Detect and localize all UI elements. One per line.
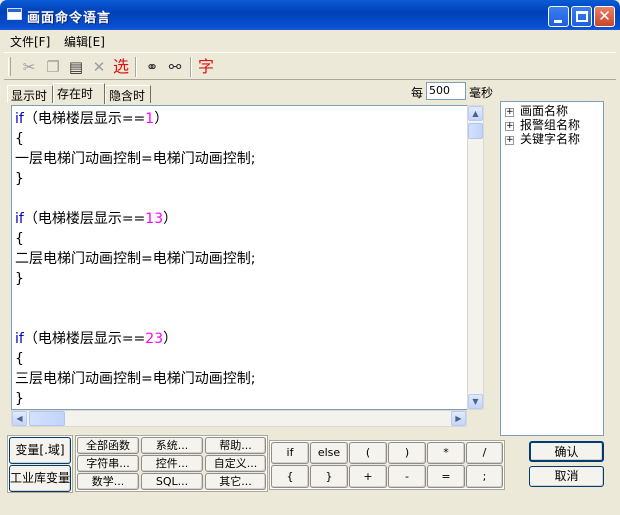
paste-icon[interactable]: ▤	[65, 56, 87, 78]
variable-button[interactable]: 变量[.域]	[9, 437, 71, 464]
scroll-right-icon[interactable]: ▶	[451, 411, 466, 426]
code-paren: ）	[154, 111, 169, 127]
toolbar-separator	[135, 57, 137, 77]
scroll-up-icon[interactable]: ▲	[468, 106, 483, 121]
maximize-icon	[576, 11, 588, 22]
sql-functions-button[interactable]: SQL...	[141, 473, 203, 490]
op-semicolon-button[interactable]: ;	[466, 465, 503, 488]
op-if-button[interactable]: if	[271, 442, 309, 464]
toolbar: ✂ ❐ ▤ ✕ 选 ⚭ ⚯ 字	[4, 52, 616, 80]
select-tool[interactable]: 选	[110, 56, 132, 78]
font-tool[interactable]: 字	[195, 56, 217, 78]
tree-item-keywords[interactable]: + 关键字名称	[505, 132, 580, 146]
code-line: }	[15, 391, 24, 407]
code-keyword: if	[15, 331, 24, 347]
code-line: if（电梯楼层显示==1）	[15, 109, 168, 129]
expand-icon[interactable]: +	[505, 108, 514, 117]
scroll-left-icon[interactable]: ◀	[12, 411, 27, 426]
tab-display[interactable]: 显示时	[7, 85, 53, 103]
window-title: 画面命令语言	[27, 11, 112, 26]
code-condition: （电梯楼层显示==	[23, 211, 146, 227]
op-else-button[interactable]: else	[310, 442, 348, 464]
minimize-icon	[554, 20, 562, 23]
op-close-paren-button[interactable]: )	[388, 442, 426, 464]
help-button[interactable]: 帮助...	[205, 437, 266, 454]
confirm-button[interactable]: 确认	[529, 441, 604, 462]
menu-file[interactable]: 文件[F]	[10, 33, 50, 50]
delete-icon[interactable]: ✕	[88, 56, 110, 78]
code-keyword: if	[15, 211, 24, 227]
code-line: if（电梯楼层显示==13）	[15, 209, 177, 229]
code-number: 1	[145, 111, 155, 127]
cancel-button[interactable]: 取消	[529, 466, 604, 487]
find-icon[interactable]: ⚭	[141, 56, 163, 78]
system-functions-button[interactable]: 系统...	[141, 437, 203, 454]
code-paren: ）	[163, 211, 178, 227]
script-editor[interactable]: if（电梯楼层显示==1） { 一层电梯门动画控制=电梯门动画控制; } if（…	[11, 105, 468, 410]
code-condition: （电梯楼层显示==	[23, 111, 146, 127]
op-minus-button[interactable]: -	[388, 465, 426, 488]
code-line: 一层电梯门动画控制=电梯门动画控制;	[15, 151, 256, 167]
tree-item-label: 关键字名称	[520, 132, 581, 146]
window-icon	[7, 8, 22, 20]
horizontal-scroll-thumb[interactable]	[29, 411, 65, 426]
expand-icon[interactable]: +	[505, 136, 514, 145]
custom-functions-button[interactable]: 自定义...	[205, 455, 266, 472]
industrial-db-variable-button[interactable]: 工业库变量	[9, 465, 71, 492]
op-divide-button[interactable]: /	[466, 442, 503, 464]
maximize-button[interactable]	[571, 6, 592, 27]
code-line: }	[15, 171, 24, 187]
code-condition: （电梯楼层显示==	[23, 331, 146, 347]
all-functions-button[interactable]: 全部函数	[77, 437, 139, 454]
control-functions-button[interactable]: 控件...	[141, 455, 203, 472]
code-number: 23	[145, 331, 164, 347]
op-open-brace-button[interactable]: {	[271, 465, 309, 488]
scroll-down-icon[interactable]: ▼	[468, 394, 483, 409]
period-unit: 毫秒	[469, 86, 494, 100]
replace-icon[interactable]: ⚯	[164, 56, 186, 78]
op-plus-button[interactable]: +	[349, 465, 387, 488]
menu-edit[interactable]: 编辑[E]	[64, 33, 105, 50]
op-open-paren-button[interactable]: (	[349, 442, 387, 464]
menu-bar: 文件[F] 编辑[E]	[0, 30, 620, 50]
period-prefix: 每	[411, 86, 424, 100]
tab-hidden[interactable]: 隐含时	[105, 85, 151, 103]
vertical-scroll-thumb[interactable]	[468, 123, 483, 139]
horizontal-scrollbar[interactable]: ◀ ▶	[11, 410, 467, 427]
op-close-brace-button[interactable]: }	[310, 465, 348, 488]
code-number: 13	[145, 211, 164, 227]
close-icon: ✕	[598, 7, 611, 25]
toolbar-separator	[190, 57, 192, 77]
code-line: if（电梯楼层显示==23）	[15, 329, 177, 349]
code-line: }	[15, 271, 24, 287]
tab-existing[interactable]: 存在时	[53, 83, 105, 104]
minimize-button[interactable]	[548, 6, 569, 27]
close-button[interactable]: ✕	[594, 6, 615, 27]
scrollbar-corner	[467, 410, 484, 427]
code-line: {	[15, 231, 24, 247]
name-tree[interactable]: + 画面名称 + 报警组名称 + 关键字名称	[500, 101, 604, 436]
code-line: 三层电梯门动画控制=电梯门动画控制;	[15, 371, 256, 387]
tree-item-label: 画面名称	[520, 104, 569, 118]
op-equals-button[interactable]: =	[427, 465, 465, 488]
code-paren: ）	[163, 331, 178, 347]
math-functions-button[interactable]: 数学...	[77, 473, 139, 490]
cut-icon[interactable]: ✂	[18, 56, 40, 78]
title-bar: 画面命令语言 ✕	[0, 0, 620, 30]
period-input[interactable]: 500	[426, 82, 466, 100]
tree-item-screen-names[interactable]: + 画面名称	[505, 104, 568, 118]
expand-icon[interactable]: +	[505, 122, 514, 131]
tree-item-alarm-groups[interactable]: + 报警组名称	[505, 118, 580, 132]
copy-icon[interactable]: ❐	[42, 56, 64, 78]
other-functions-button[interactable]: 其它...	[205, 473, 266, 490]
tree-item-label: 报警组名称	[520, 118, 581, 132]
code-line: {	[15, 131, 24, 147]
toolbar-grip[interactable]	[8, 57, 11, 76]
code-keyword: if	[15, 111, 24, 127]
code-line: {	[15, 351, 24, 367]
string-functions-button[interactable]: 字符串...	[77, 455, 139, 472]
op-multiply-button[interactable]: *	[427, 442, 465, 464]
code-line: 二层电梯门动画控制=电梯门动画控制;	[15, 251, 256, 267]
vertical-scrollbar[interactable]: ▲ ▼	[467, 105, 484, 410]
